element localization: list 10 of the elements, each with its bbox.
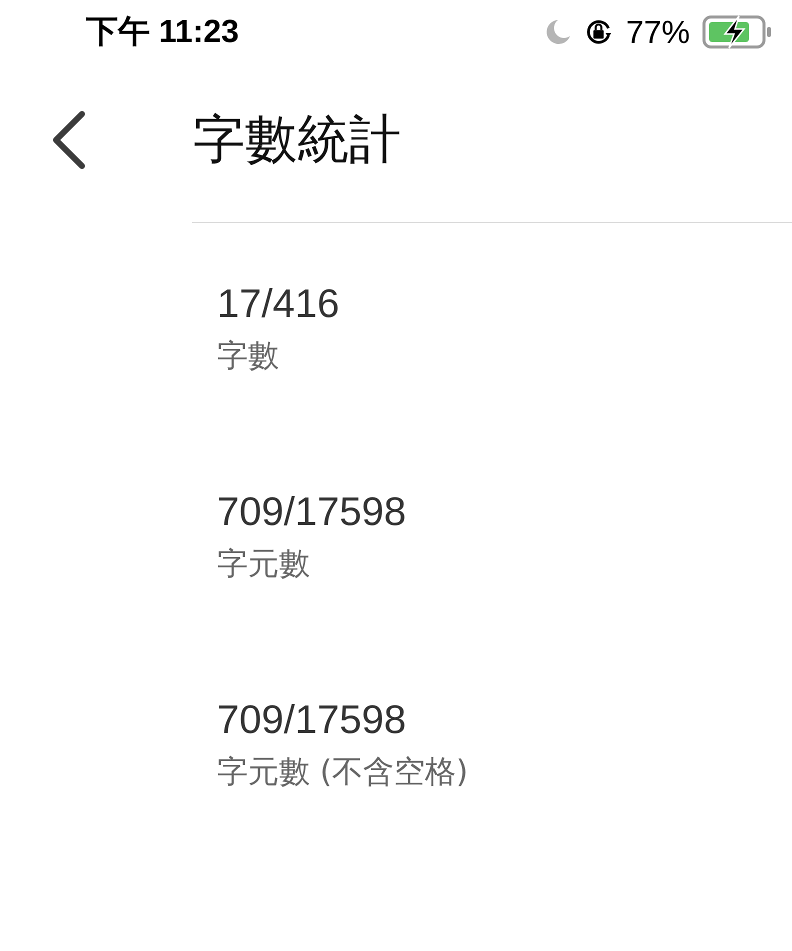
stat-value: 17/416 [217,281,340,328]
stat-label: 字元數 (不含空格) [217,753,468,792]
page-title: 字數統計 [193,109,401,172]
stat-value: 709/17598 [217,489,406,536]
stat-value: 709/17598 [217,697,406,744]
stat-label: 字數 [217,337,279,376]
status-time: 下午 11:23 [86,12,239,51]
stat-label: 字元數 [217,545,310,584]
battery-percentage: 77% [626,14,690,50]
battery-charging-icon [702,14,772,50]
